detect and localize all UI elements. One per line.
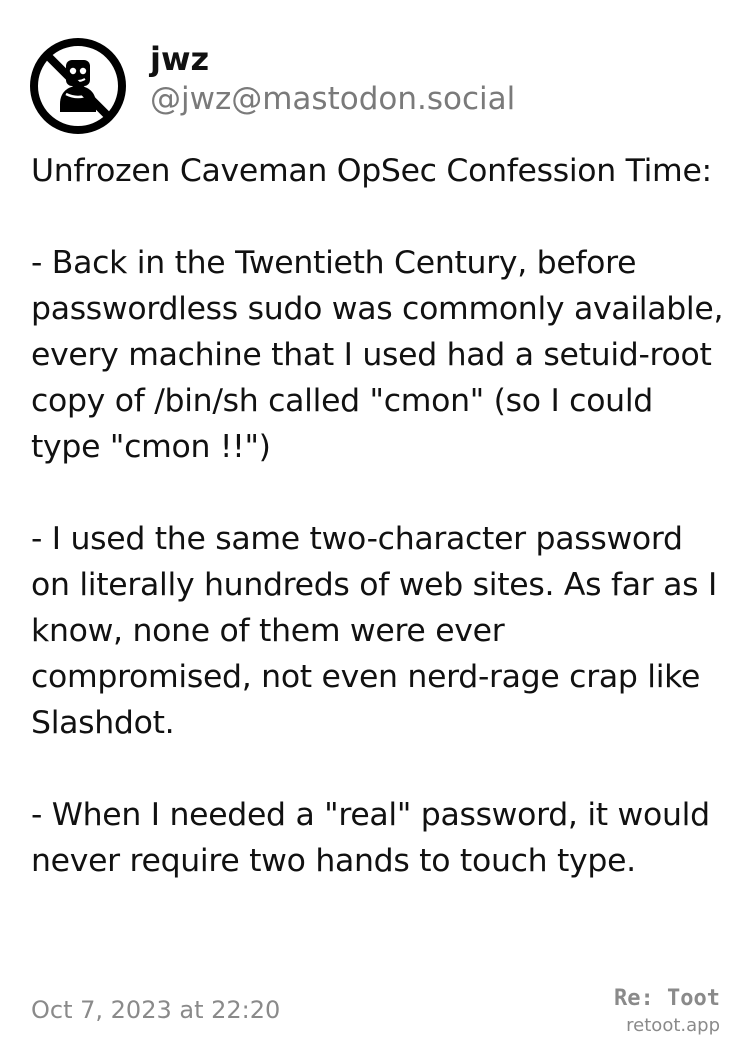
toot-card: jwz @jwz@mastodon.social Unfrozen Cavema… [0,0,750,1056]
author-names: jwz @jwz@mastodon.social [150,40,515,119]
brand-name: Re: Toot [614,986,720,1011]
no-symbol-over-figure-avatar-icon [30,38,126,134]
author-display-name[interactable]: jwz [150,39,515,79]
post-header: jwz @jwz@mastodon.social [30,36,515,136]
post-timestamp: Oct 7, 2023 at 22:20 [31,996,281,1024]
author-handle[interactable]: @jwz@mastodon.social [150,79,515,119]
brand-watermark: Re: Toot retoot.app [614,986,720,1038]
avatar[interactable] [30,38,126,134]
brand-url: retoot.app [626,1015,720,1036]
post-body: Unfrozen Caveman OpSec Confession Time: … [31,153,724,879]
